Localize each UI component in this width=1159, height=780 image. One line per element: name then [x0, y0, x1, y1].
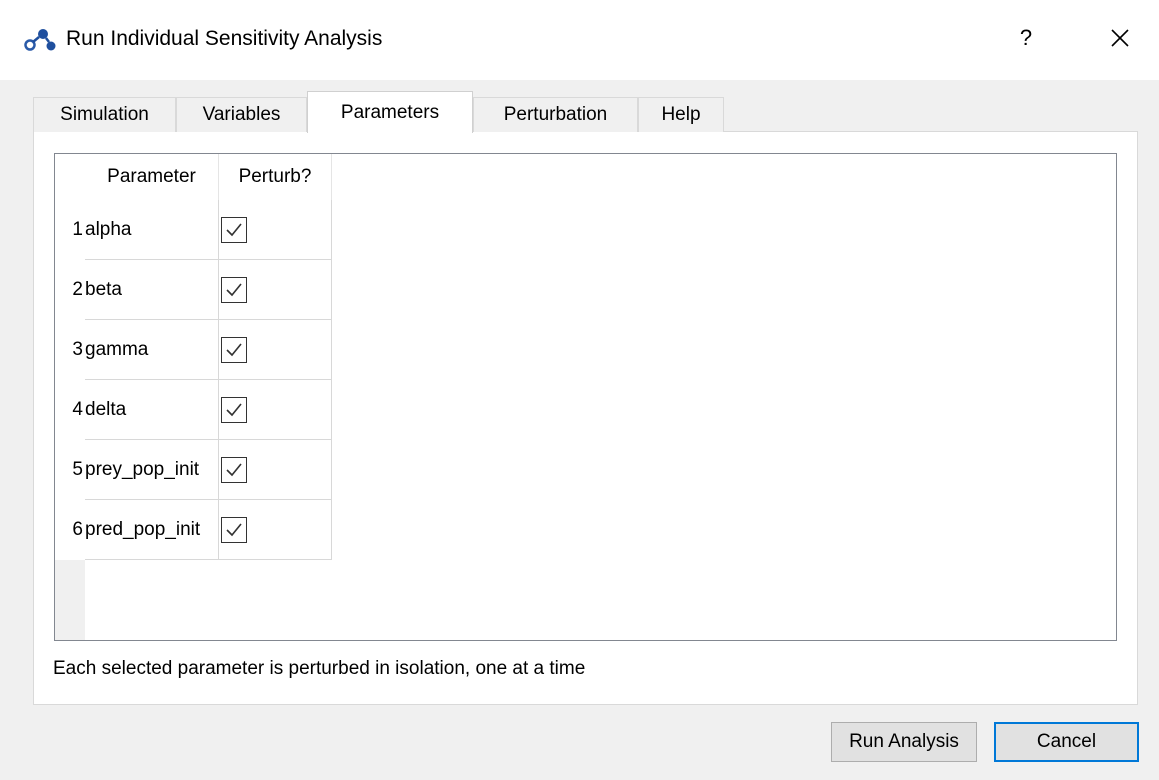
- checkmark-icon: [226, 402, 242, 416]
- perturb-checkbox[interactable]: [221, 516, 247, 543]
- cancel-button[interactable]: Cancel: [994, 722, 1139, 762]
- perturb-checkbox[interactable]: [221, 456, 247, 483]
- parameter-name-cell[interactable]: pred_pop_init: [85, 500, 219, 560]
- perturb-checkbox[interactable]: [221, 396, 247, 423]
- close-button[interactable]: [1098, 18, 1142, 58]
- perturb-cell[interactable]: [219, 440, 332, 500]
- perturb-cell[interactable]: [219, 260, 332, 320]
- row-number: 3: [55, 320, 85, 380]
- tab-parameters[interactable]: Parameters: [307, 91, 473, 133]
- window-title: Run Individual Sensitivity Analysis: [66, 27, 383, 50]
- checkmark-icon: [226, 462, 242, 476]
- row-number: 6: [55, 500, 85, 560]
- perturb-cell[interactable]: [219, 380, 332, 440]
- title-bar: Run Individual Sensitivity Analysis ?: [0, 0, 1159, 80]
- parameter-name-cell[interactable]: prey_pop_init: [85, 440, 219, 500]
- run-analysis-button[interactable]: Run Analysis: [831, 722, 977, 762]
- perturb-checkbox[interactable]: [221, 336, 247, 363]
- table-corner: [55, 154, 85, 200]
- parameter-name-cell[interactable]: gamma: [85, 320, 219, 380]
- tab-help[interactable]: Help: [638, 97, 724, 132]
- column-header-parameter[interactable]: Parameter: [85, 154, 219, 200]
- info-text: Each selected parameter is perturbed in …: [53, 658, 586, 679]
- row-number: 1: [55, 200, 85, 260]
- help-button[interactable]: ?: [1006, 18, 1046, 58]
- checkmark-icon: [226, 282, 242, 296]
- parameter-name-cell[interactable]: alpha: [85, 200, 219, 260]
- tab-simulation[interactable]: Simulation: [33, 97, 176, 132]
- checkmark-icon: [226, 522, 242, 536]
- tab-variables[interactable]: Variables: [176, 97, 307, 132]
- perturb-checkbox[interactable]: [221, 276, 247, 303]
- perturb-cell[interactable]: [219, 200, 332, 260]
- perturb-cell[interactable]: [219, 320, 332, 380]
- column-header-perturb[interactable]: Perturb?: [219, 154, 332, 200]
- row-number: 5: [55, 440, 85, 500]
- tab-perturbation[interactable]: Perturbation: [473, 97, 638, 132]
- row-number: 4: [55, 380, 85, 440]
- parameter-name-cell[interactable]: beta: [85, 260, 219, 320]
- app-icon: [24, 29, 56, 51]
- parameter-name-cell[interactable]: delta: [85, 380, 219, 440]
- close-icon: [1111, 29, 1129, 47]
- checkmark-icon: [226, 222, 242, 236]
- perturb-checkbox[interactable]: [221, 216, 247, 243]
- checkmark-icon: [226, 342, 242, 356]
- perturb-cell[interactable]: [219, 500, 332, 560]
- parameters-table[interactable]: Parameter Perturb? 1 alpha 2 beta 3 gamm…: [54, 153, 1117, 641]
- row-number: 2: [55, 260, 85, 320]
